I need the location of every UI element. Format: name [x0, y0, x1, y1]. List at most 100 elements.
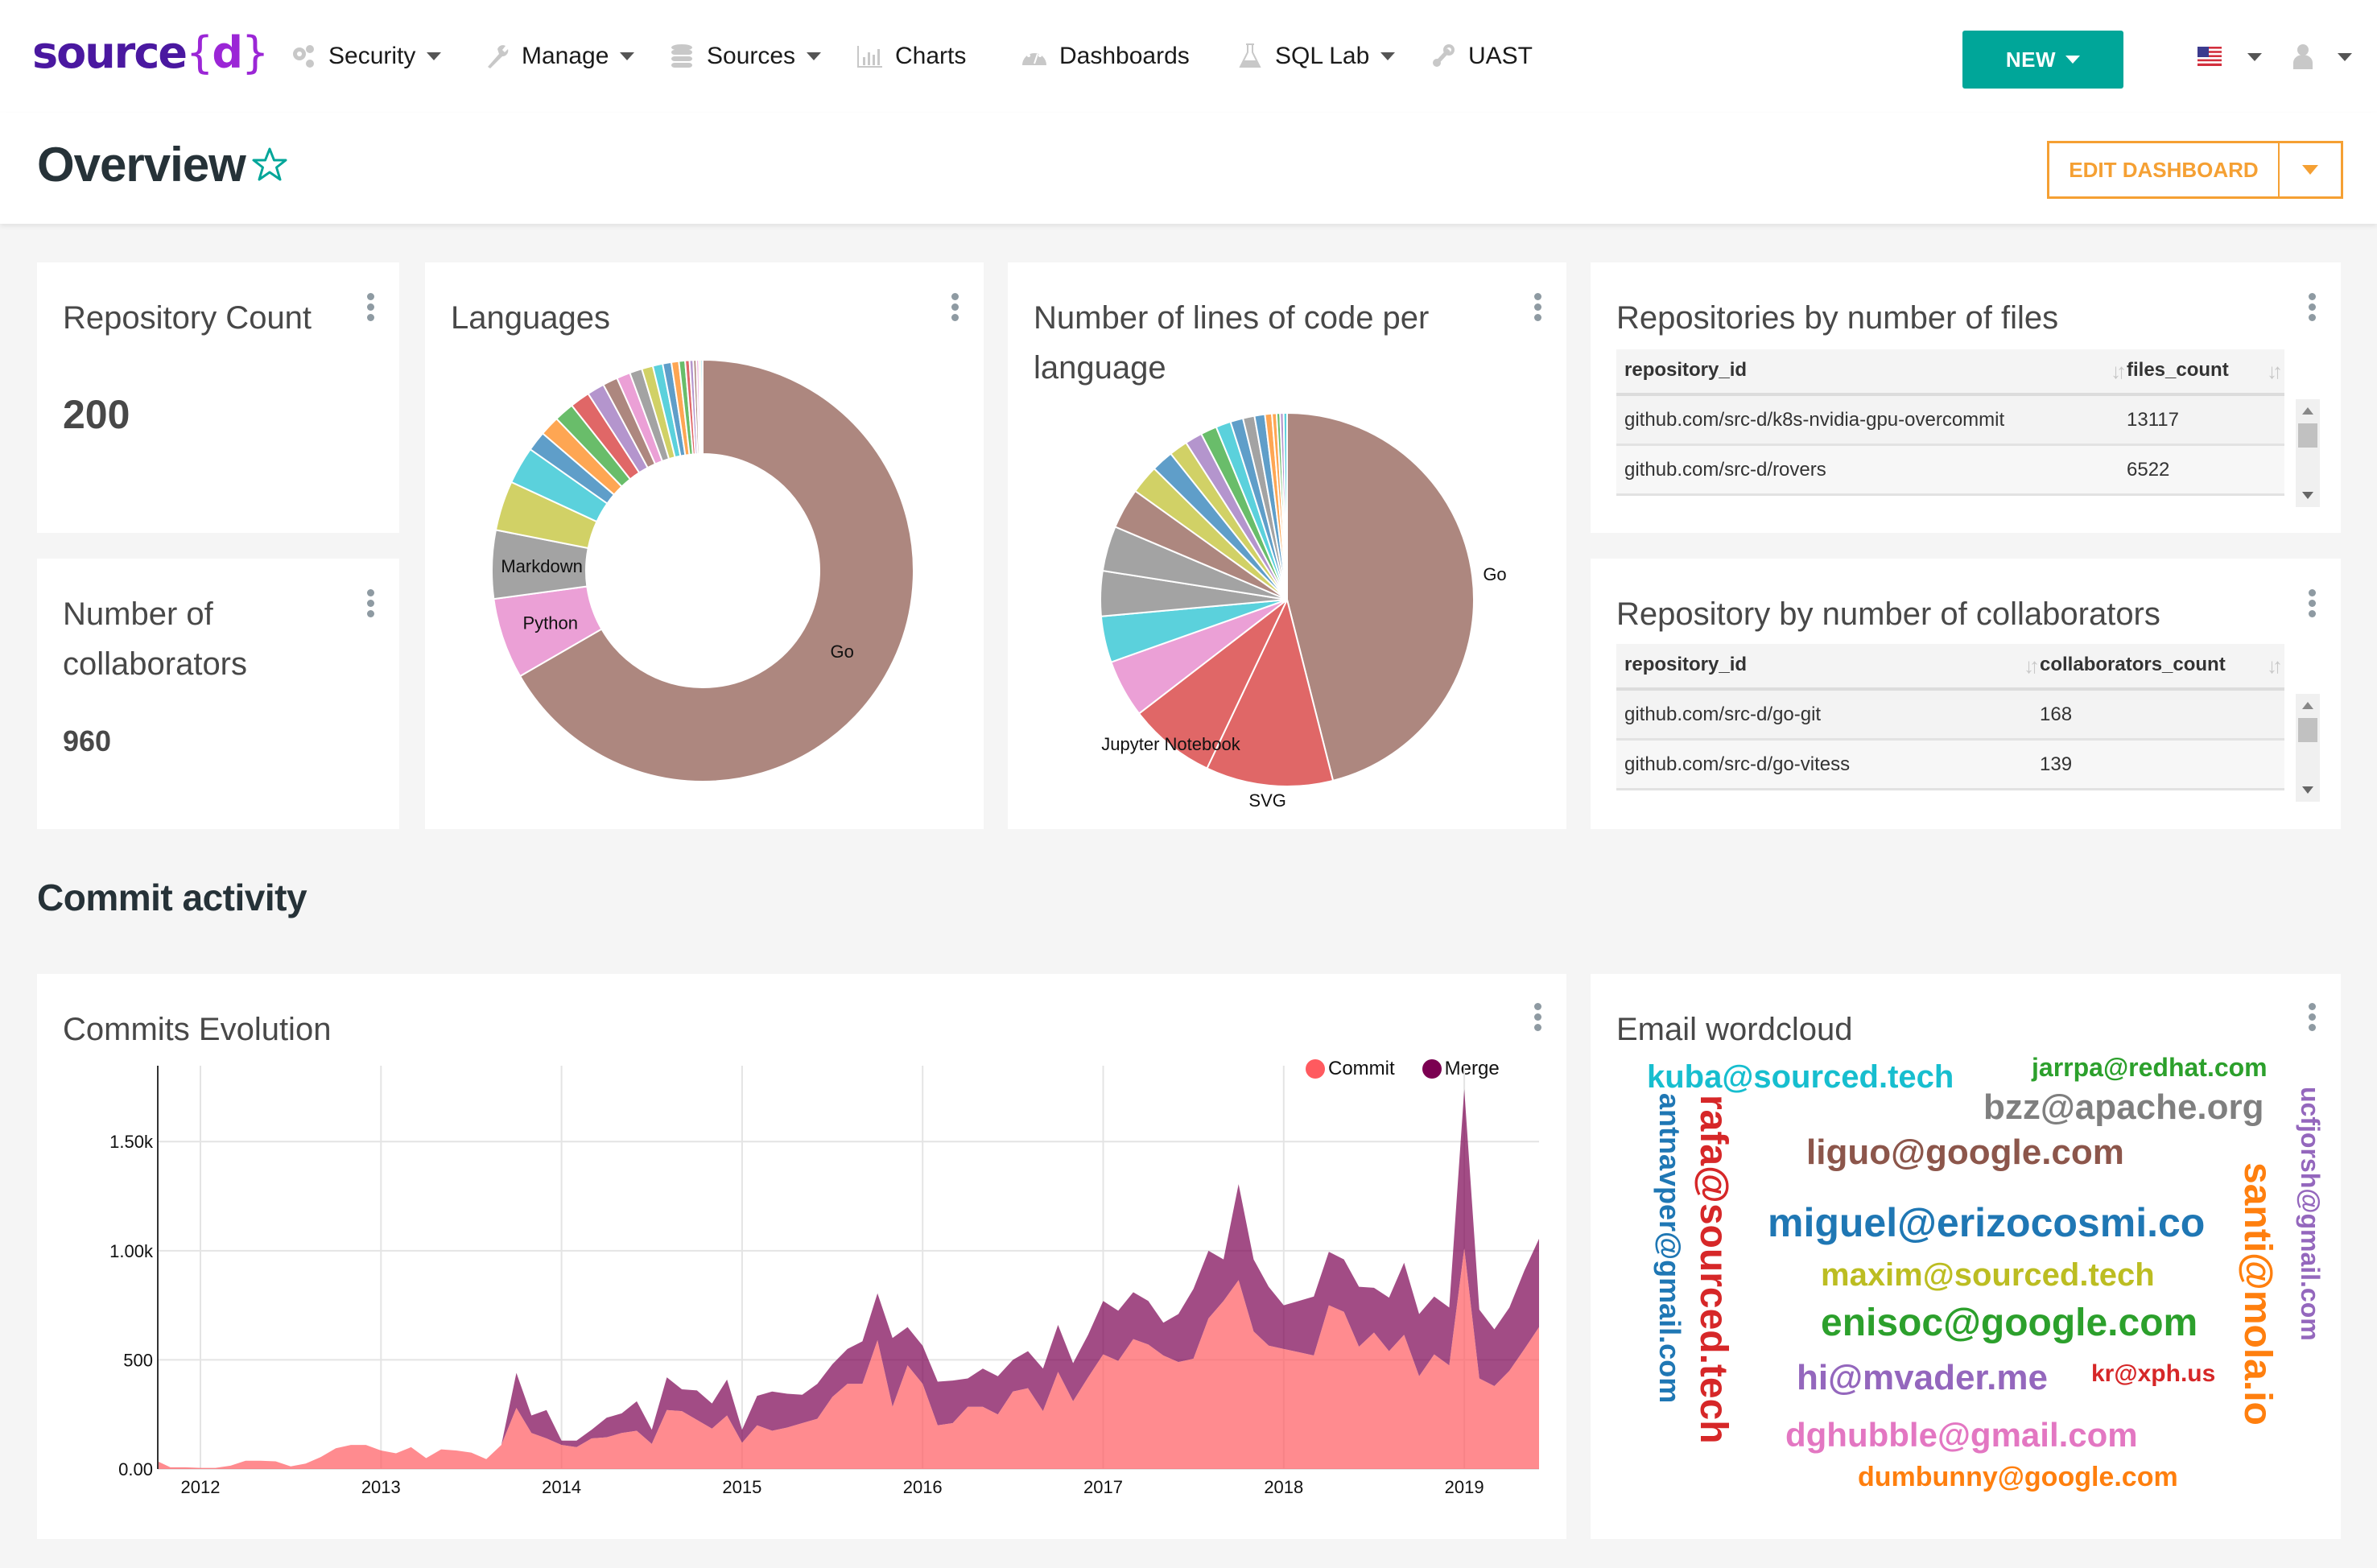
- nav-sql-lab[interactable]: SQL Lab: [1236, 39, 1396, 74]
- chevron-down-icon: [807, 52, 822, 60]
- pie-label: SVG: [1248, 790, 1285, 811]
- sort-icon[interactable]: ↓↑: [2267, 359, 2283, 384]
- wordcloud-word: bzz@apache.org: [1983, 1087, 2264, 1127]
- scroll-up-arrow-icon[interactable]: [2302, 407, 2313, 415]
- nav-sources-label: Sources: [707, 43, 796, 69]
- chevron-down-icon: [2302, 165, 2318, 175]
- wordcloud-word: miguel@erizocosmi.co: [1768, 1200, 2206, 1245]
- scroll-up-arrow-icon[interactable]: [2302, 702, 2313, 709]
- language-dropdown-caret[interactable]: [2247, 53, 2262, 61]
- table-row[interactable]: github.com/src-d/go-git 168: [1616, 691, 2284, 741]
- card-lines-of-code: Number of lines of code per language Go S…: [1008, 262, 1566, 829]
- card-title: Number of collaborators: [63, 589, 247, 689]
- card-email-wordcloud: Email wordcloud kuba@sourced.tech jarrpa…: [1591, 974, 2341, 1539]
- x-tick-label: 2013: [361, 1477, 401, 1497]
- logo-text: source: [32, 27, 188, 78]
- wordcloud-word: liguo@google.com: [1806, 1133, 2124, 1172]
- column-header-collaborators-count[interactable]: collaborators_count ↓↑: [2040, 654, 2284, 679]
- nav-dashboards[interactable]: Dashboards: [1021, 39, 1190, 74]
- wordcloud-word: kr@xph.us: [2091, 1360, 2216, 1387]
- logo[interactable]: source{d}: [32, 27, 269, 78]
- us-flag-icon[interactable]: [2197, 47, 2222, 66]
- commits-area-chart: 0.00 500 1.00k 1.50k 2012 2013 2014 2015 2016 201…: [109, 1066, 1539, 1497]
- edit-dashboard-dropdown[interactable]: [2280, 143, 2341, 196]
- wordcloud-word: hi@mvader.me: [1797, 1358, 2048, 1397]
- wordcloud-word: dumbunny@google.com: [1858, 1462, 2178, 1492]
- x-tick-label: 2019: [1445, 1477, 1484, 1497]
- more-options-icon[interactable]: [2307, 1003, 2317, 1032]
- pie-label: Markdown: [501, 556, 582, 576]
- wordcloud-word: enisoc@google.com: [1821, 1302, 2198, 1344]
- table-row[interactable]: github.com/src-d/k8s-nvidia-gpu-overcomm…: [1616, 396, 2284, 446]
- nav-sources[interactable]: Sources: [668, 39, 822, 74]
- page-title: Overview: [37, 138, 246, 192]
- scroll-down-arrow-icon[interactable]: [2302, 492, 2313, 499]
- wordcloud-word: kuba@sourced.tech: [1647, 1059, 1954, 1095]
- wordcloud-word: maxim@sourced.tech: [1821, 1257, 2155, 1293]
- y-tick-label: 1.00k: [109, 1241, 154, 1261]
- pie-slice[interactable]: [699, 358, 704, 456]
- more-options-icon[interactable]: [365, 589, 375, 618]
- loc-pie-chart: Go SVG Jupyter Notebook: [1100, 411, 1507, 811]
- dashboard-header: Overview EDIT DASHBOARD: [0, 113, 2377, 224]
- card-title-line2: collaborators: [63, 646, 248, 682]
- sort-icon[interactable]: ↓↑: [2024, 654, 2040, 679]
- more-options-icon[interactable]: [2307, 589, 2317, 618]
- scroll-thumb[interactable]: [2298, 423, 2317, 448]
- cell-repository-id: github.com/src-d/go-vitess: [1624, 753, 1851, 775]
- nav-security[interactable]: Security: [290, 39, 442, 74]
- card-title: Repository by number of collaborators: [1616, 596, 2160, 632]
- logo-brace-letter: d: [212, 27, 243, 78]
- user-dropdown-caret[interactable]: [2338, 53, 2352, 61]
- card-title-line1: Number of: [63, 596, 213, 632]
- x-tick-label: 2018: [1264, 1477, 1303, 1497]
- star-outline-icon[interactable]: [251, 146, 288, 184]
- column-header-repository-id[interactable]: repository_id ↓↑: [1616, 654, 2040, 679]
- repository-count-value: 200: [63, 392, 130, 437]
- nav-charts[interactable]: Charts: [856, 39, 966, 74]
- column-header-files-count[interactable]: files_count ↓↑: [2127, 359, 2284, 384]
- cell-files-count: 13117: [2127, 408, 2179, 431]
- column-header-repository-id[interactable]: repository_id ↓↑: [1616, 359, 2127, 384]
- bar-chart-icon: [857, 46, 882, 68]
- chevron-down-icon: [1380, 52, 1396, 60]
- chevron-down-icon: [427, 52, 442, 60]
- sort-icon[interactable]: ↓↑: [2267, 654, 2283, 679]
- table-header: repository_id ↓↑ files_count ↓↑: [1616, 349, 2284, 396]
- card-languages: Languages Go Python Markdown: [425, 262, 984, 829]
- chevron-down-icon: [620, 52, 635, 60]
- nav-manage[interactable]: Manage: [483, 39, 635, 74]
- cell-collaborators-count: 168: [2040, 703, 2073, 725]
- card-repositories-by-collaborators: Repository by number of collaborators re…: [1591, 559, 2341, 829]
- edit-dashboard-button[interactable]: EDIT DASHBOARD: [2049, 143, 2280, 196]
- top-navbar: source{d} Security Manage Sources Charts…: [0, 0, 2377, 113]
- table-row[interactable]: github.com/src-d/go-vitess 139: [1616, 741, 2284, 790]
- scroll-down-arrow-icon[interactable]: [2302, 786, 2313, 794]
- sort-icon[interactable]: ↓↑: [2111, 359, 2127, 384]
- new-button[interactable]: NEW: [1962, 31, 2123, 89]
- pie-label: Go: [831, 642, 854, 662]
- user-icon[interactable]: [2292, 43, 2313, 69]
- new-button-label: NEW: [2005, 47, 2057, 72]
- y-tick-label: 500: [123, 1350, 153, 1370]
- table-row[interactable]: github.com/src-d/rovers 6522: [1616, 446, 2284, 496]
- more-options-icon[interactable]: [2307, 293, 2317, 322]
- nav-uast-label: UAST: [1468, 43, 1533, 69]
- x-tick-label: 2014: [542, 1477, 581, 1497]
- nav-uast[interactable]: UAST: [1430, 39, 1533, 74]
- wordcloud-word: rafa@sourced.tech: [1692, 1095, 1735, 1444]
- edit-dashboard-button-group: EDIT DASHBOARD: [2047, 141, 2343, 199]
- files-table: repository_id ↓↑ files_count ↓↑ github.com…: [1616, 349, 2284, 496]
- column-label: repository_id: [1624, 653, 1748, 675]
- card-collaborators: Number of collaborators 960: [37, 559, 399, 829]
- x-tick-label: 2016: [903, 1477, 943, 1497]
- section-title-commit-activity: Commit activity: [37, 877, 307, 918]
- table-scrollbar[interactable]: [2296, 399, 2320, 507]
- scroll-thumb[interactable]: [2298, 718, 2317, 742]
- x-tick-label: 2017: [1083, 1477, 1123, 1497]
- pie-label: Jupyter Notebook: [1101, 734, 1240, 754]
- more-options-icon[interactable]: [365, 293, 375, 322]
- table-scrollbar[interactable]: [2296, 694, 2320, 802]
- cell-repository-id: github.com/src-d/go-git: [1624, 703, 1822, 725]
- collaborators-table: repository_id ↓↑ collaborators_count ↓↑ gi…: [1616, 644, 2284, 790]
